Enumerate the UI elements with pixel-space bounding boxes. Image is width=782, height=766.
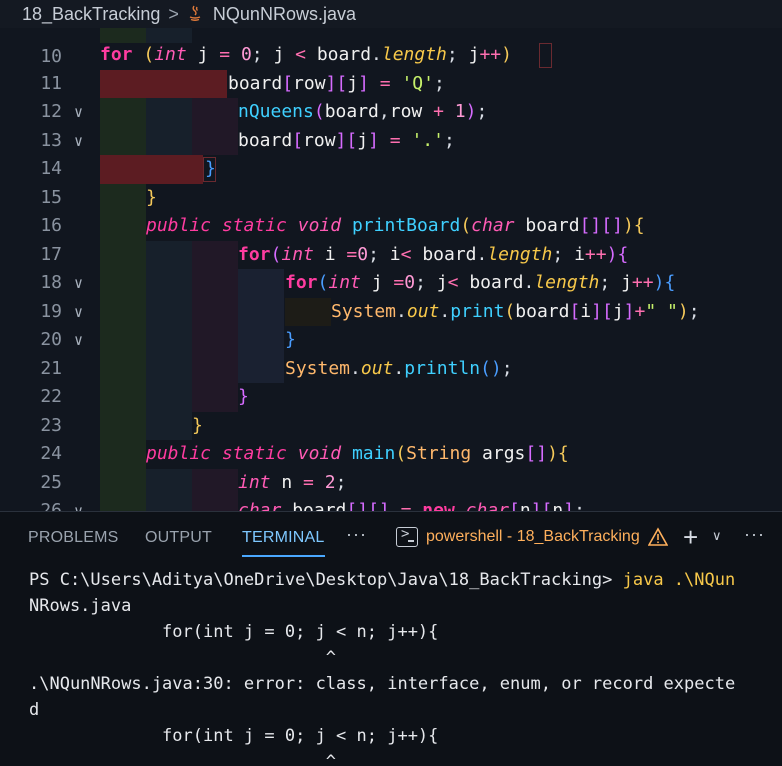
code-line: 24 } bbox=[0, 411, 782, 464]
code-line: 18 ∨ for(int i =0; i< board.length; i++)… bbox=[0, 240, 782, 321]
breadcrumb: 18_BackTracking > NQunNRows.java bbox=[0, 0, 782, 28]
code-line: 21 } bbox=[0, 326, 782, 379]
terminal-line: d bbox=[29, 700, 40, 720]
code-line: 27 char board[][] = new char[n][n]; bbox=[0, 497, 782, 511]
terminal-output[interactable]: PS C:\Users\Aditya\OneDrive\Desktop\Java… bbox=[29, 567, 782, 766]
more-tabs-icon[interactable]: ··· bbox=[346, 524, 367, 545]
code-editor[interactable]: 10 11 ∨ for (int j = 0; j < board.length… bbox=[0, 28, 782, 511]
code-line: 14 board[row][j] = '.'; bbox=[0, 126, 782, 179]
tab-terminal[interactable]: TERMINAL bbox=[242, 529, 325, 557]
java-icon bbox=[189, 5, 201, 21]
code-line: 23 } bbox=[0, 383, 782, 436]
bottom-panel: PROBLEMS OUTPUT TERMINAL ··· powershell … bbox=[0, 511, 782, 766]
code-line: 13 nQueens(board,row + 1); bbox=[0, 98, 782, 151]
terminal-line: for(int j = 0; j < n; j++){ bbox=[29, 726, 439, 746]
terminal-command: java .\NQun bbox=[622, 570, 736, 590]
warning-icon[interactable] bbox=[647, 527, 668, 547]
new-terminal-button[interactable]: + bbox=[683, 522, 698, 553]
terminal-line: PS C:\Users\Aditya\OneDrive\Desktop\Java… bbox=[29, 567, 735, 593]
more-actions-icon[interactable]: ··· bbox=[744, 524, 765, 545]
terminal-line: NRows.java bbox=[29, 596, 132, 616]
terminal-line: .\NQunNRows.java:30: error: class, inter… bbox=[29, 674, 736, 694]
code-line: 11 ∨ for (int j = 0; j < board.length; j… bbox=[0, 41, 782, 121]
terminal-name: powershell - 18_BackTracking bbox=[426, 528, 640, 545]
terminal-line: ^ bbox=[29, 752, 337, 766]
code-line: 19 ∨ for(int j =0; j< board.length; j++)… bbox=[0, 269, 782, 349]
code-line: 15 } bbox=[0, 155, 782, 208]
code-line: 16 } bbox=[0, 183, 782, 236]
code-line: 26 int n = 2; bbox=[0, 468, 782, 511]
tab-problems[interactable]: PROBLEMS bbox=[28, 529, 119, 547]
terminal-selector[interactable]: powershell - 18_BackTracking bbox=[396, 526, 668, 547]
code-line: 25 ∨ public static void main(String args… bbox=[0, 440, 782, 511]
terminal-prompt: PS C:\Users\Aditya\OneDrive\Desktop\Java… bbox=[29, 570, 623, 590]
code-line: 22 System.out.println(); bbox=[0, 354, 782, 407]
breadcrumb-separator: > bbox=[168, 3, 179, 24]
terminal-icon bbox=[396, 526, 418, 547]
chevron-down-icon[interactable]: ∨ bbox=[712, 528, 722, 544]
terminal-line: for(int j = 0; j < n; j++){ bbox=[29, 622, 439, 642]
code-line: 12 ∨ board[row][j] = 'Q'; bbox=[0, 69, 782, 150]
terminal-line: ^ bbox=[29, 648, 337, 668]
panel-tabs: PROBLEMS OUTPUT TERMINAL ··· powershell … bbox=[0, 511, 782, 563]
tab-output[interactable]: OUTPUT bbox=[145, 529, 212, 547]
code-line: 20 System.out.print(board[i][j]+" "); bbox=[0, 297, 782, 350]
breadcrumb-folder[interactable]: 18_BackTracking bbox=[22, 4, 160, 25]
code-line: 17 ∨ public static void printBoard(char … bbox=[0, 212, 782, 292]
breadcrumb-file[interactable]: NQunNRows.java bbox=[213, 4, 356, 25]
